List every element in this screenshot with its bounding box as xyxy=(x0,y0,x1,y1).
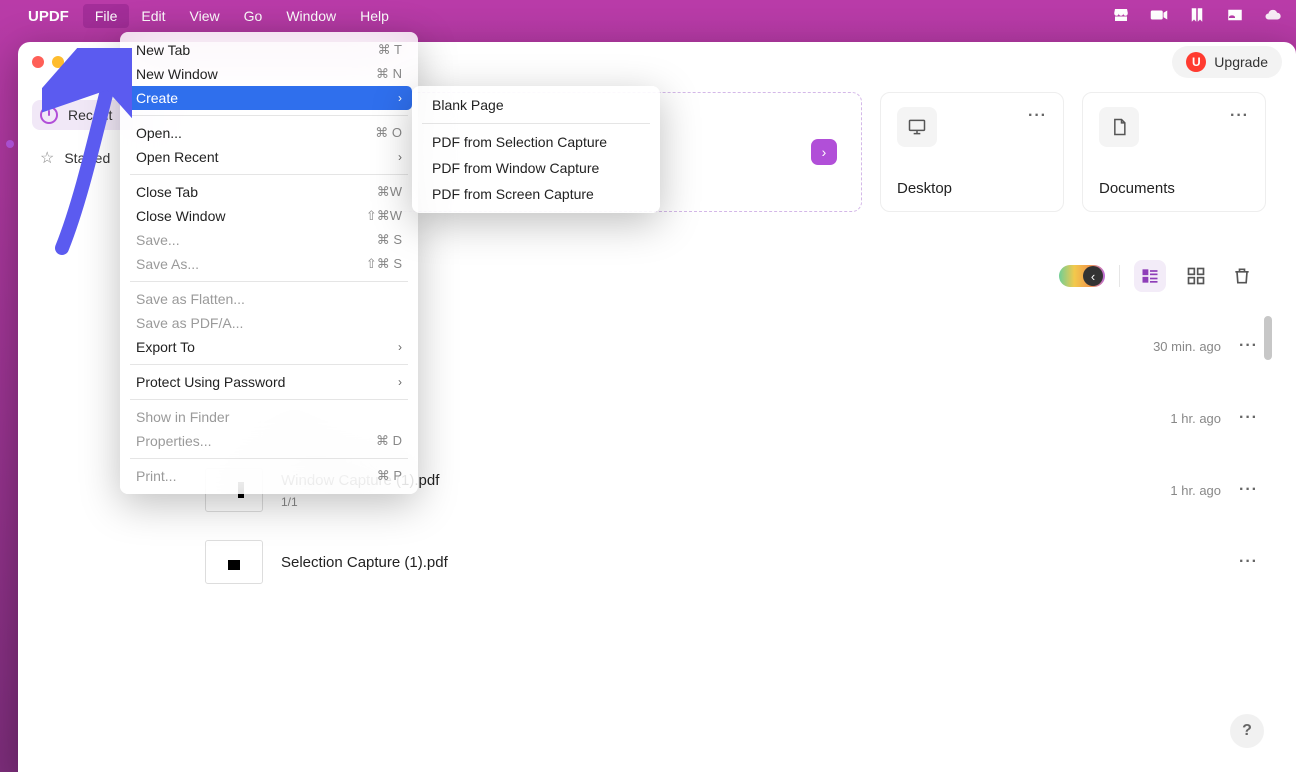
card-more-icon[interactable]: ··· xyxy=(1028,107,1047,125)
menu-separator xyxy=(130,174,408,175)
menu-go[interactable]: Go xyxy=(232,4,275,28)
menu-open[interactable]: Open...⌘ O xyxy=(126,121,412,145)
file-row[interactable]: Selection Capture (1).pdf ··· xyxy=(197,526,1266,598)
card-more-icon[interactable]: ··· xyxy=(1230,107,1249,125)
file-time: 1 hr. ago xyxy=(1170,483,1221,498)
menu-file[interactable]: File xyxy=(83,4,130,28)
sidebar-item-label: Recent xyxy=(68,107,112,123)
menu-close-tab[interactable]: Close Tab⌘W xyxy=(126,180,412,204)
bookmark-icon[interactable] xyxy=(1188,6,1206,27)
chevron-right-icon: › xyxy=(398,340,402,354)
file-thumbnail xyxy=(205,540,263,584)
color-toggle[interactable] xyxy=(1059,265,1105,287)
documents-label: Documents xyxy=(1099,180,1249,197)
app-brand[interactable]: UPDF xyxy=(28,8,69,25)
menu-open-recent[interactable]: Open Recent› xyxy=(126,145,412,169)
close-window-button[interactable] xyxy=(32,56,44,68)
menu-separator xyxy=(422,123,650,124)
menu-new-tab[interactable]: New Tab⌘ T xyxy=(126,38,412,62)
upgrade-label: Upgrade xyxy=(1214,54,1268,70)
menu-show-in-finder: Show in Finder xyxy=(126,405,412,429)
file-menu-dropdown: New Tab⌘ T New Window⌘ N Create› Open...… xyxy=(120,32,418,494)
submenu-window-capture[interactable]: PDF from Window Capture xyxy=(418,155,654,181)
menu-properties: Properties...⌘ D xyxy=(126,429,412,453)
menu-edit[interactable]: Edit xyxy=(129,4,177,28)
delete-button[interactable] xyxy=(1226,260,1258,292)
zoom-window-button[interactable] xyxy=(72,56,84,68)
upgrade-badge-icon: U xyxy=(1186,52,1206,72)
menu-print: Print...⌘ P xyxy=(126,464,412,488)
menu-close-window[interactable]: Close Window⇧⌘W xyxy=(126,204,412,228)
window-controls xyxy=(32,56,84,68)
submenu-blank-page[interactable]: Blank Page xyxy=(418,92,654,118)
sidebar-item-label: Starred xyxy=(64,150,110,166)
next-icon[interactable]: › xyxy=(811,139,837,165)
chevron-right-icon: › xyxy=(398,150,402,164)
file-time: 1 hr. ago xyxy=(1170,411,1221,426)
file-time: 30 min. ago xyxy=(1153,339,1221,354)
menu-help[interactable]: Help xyxy=(348,4,401,28)
store-icon[interactable] xyxy=(1112,6,1130,27)
clock-icon xyxy=(40,106,58,124)
menu-separator xyxy=(130,458,408,459)
cloud-icon[interactable] xyxy=(1264,6,1282,27)
menu-separator xyxy=(130,281,408,282)
menu-separator xyxy=(130,364,408,365)
menu-separator xyxy=(130,399,408,400)
desktop-icon xyxy=(897,107,937,147)
minimize-window-button[interactable] xyxy=(52,56,64,68)
file-more-icon[interactable]: ··· xyxy=(1239,409,1258,427)
menu-create[interactable]: Create› xyxy=(126,86,412,110)
menu-save: Save...⌘ S xyxy=(126,228,412,252)
menu-window[interactable]: Window xyxy=(274,4,348,28)
grid-view-button[interactable] xyxy=(1180,260,1212,292)
list-view-button[interactable] xyxy=(1134,260,1166,292)
scrollbar[interactable] xyxy=(1264,316,1272,360)
file-page-count: 1/1 xyxy=(281,495,439,509)
file-more-icon[interactable]: ··· xyxy=(1239,481,1258,499)
menu-save-pdfa: Save as PDF/A... xyxy=(126,311,412,335)
menubar: UPDF File Edit View Go Window Help xyxy=(0,0,1296,32)
edge-indicator-icon xyxy=(6,140,14,148)
menu-export-to[interactable]: Export To› xyxy=(126,335,412,359)
star-icon: ☆ xyxy=(40,148,54,168)
submenu-screen-capture[interactable]: PDF from Screen Capture xyxy=(418,181,654,207)
file-more-icon[interactable]: ··· xyxy=(1239,337,1258,355)
menubar-right-icons xyxy=(1112,6,1282,27)
separator xyxy=(1119,265,1120,287)
facetime-icon[interactable] xyxy=(1150,6,1168,27)
upgrade-button[interactable]: U Upgrade xyxy=(1172,46,1282,78)
create-submenu: Blank Page PDF from Selection Capture PD… xyxy=(412,86,660,213)
desktop-label: Desktop xyxy=(897,180,1047,197)
menu-view[interactable]: View xyxy=(178,4,232,28)
file-name: Selection Capture (1).pdf xyxy=(281,554,448,571)
submenu-selection-capture[interactable]: PDF from Selection Capture xyxy=(418,129,654,155)
chevron-right-icon: › xyxy=(398,91,402,105)
menu-new-window[interactable]: New Window⌘ N xyxy=(126,62,412,86)
file-more-icon[interactable]: ··· xyxy=(1239,553,1258,571)
id-icon[interactable] xyxy=(1226,6,1244,27)
chevron-right-icon: › xyxy=(398,375,402,389)
desktop-card[interactable]: ··· Desktop xyxy=(880,92,1064,212)
menu-save-as: Save As...⇧⌘ S xyxy=(126,252,412,276)
menu-separator xyxy=(130,115,408,116)
menu-protect[interactable]: Protect Using Password› xyxy=(126,370,412,394)
menu-save-flatten: Save as Flatten... xyxy=(126,287,412,311)
documents-card[interactable]: ··· Documents xyxy=(1082,92,1266,212)
help-button[interactable]: ? xyxy=(1230,714,1264,748)
documents-icon xyxy=(1099,107,1139,147)
